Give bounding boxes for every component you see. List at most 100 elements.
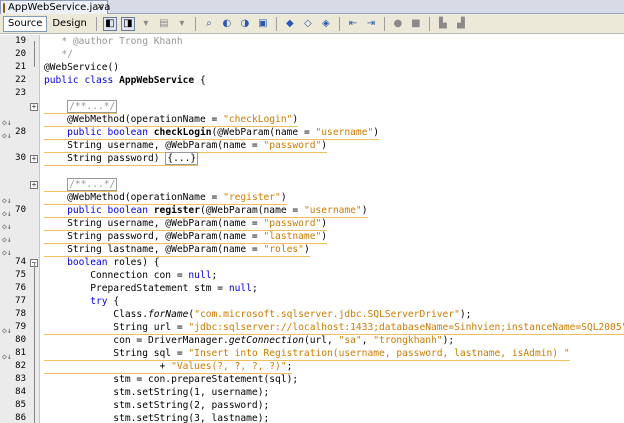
code-editor[interactable]: 19 * @author Trong Khanh 20 */21 @WebServi… — [0, 35, 624, 423]
code-line[interactable]: 85 stm.setString(2, password); — [0, 399, 624, 412]
code-text: stm.setString(3, lastname); — [44, 413, 270, 423]
code-line[interactable]: + /**...*/ — [0, 178, 624, 192]
line-number: 82 — [15, 361, 26, 371]
code-text: try { — [90, 296, 120, 307]
comment-icon[interactable]: ▙ — [436, 17, 450, 31]
code-line[interactable]: 70 ◇↓ public boolean register(@WebParam(n… — [0, 204, 624, 218]
code-line[interactable]: 80 con = DriverManager.getConnection(url… — [0, 334, 624, 347]
code-text: boolean roles) { — [67, 257, 160, 268]
shift-left-icon[interactable]: ⇤ — [346, 17, 360, 31]
toggle-highlight-icon[interactable]: ▣ — [256, 17, 270, 31]
code-line[interactable]: 22 public class AppWebService { — [0, 74, 624, 87]
code-text: Connection con = null; — [44, 270, 218, 281]
code-line[interactable]: 78 Class.forName("com.microsoft.sqlserve… — [0, 308, 624, 321]
code-text: con = DriverManager.getConnection(url, "… — [44, 335, 455, 346]
find-previous-icon[interactable]: ◐ — [220, 17, 234, 31]
code-text: String sql = "Insert into Registration(u… — [44, 348, 570, 361]
code-line[interactable]: ◇↓ String password, @WebParam(name = "la… — [0, 230, 624, 244]
line-number: 80 — [15, 335, 26, 345]
code-text: */ — [44, 49, 73, 60]
code-text: + "Values(?, ?, ?, ?)"; — [44, 361, 293, 374]
code-line[interactable]: + /**...*/ — [0, 100, 624, 114]
code-text: String username, @WebParam(name = "passw… — [44, 218, 328, 231]
code-line[interactable]: 30 + String password) {...} — [0, 152, 624, 166]
code-line[interactable]: 81 ◇↓ String sql = "Insert into Registrat… — [0, 347, 624, 361]
close-icon[interactable]: × — [96, 2, 104, 12]
code-line[interactable]: 74− boolean roles) { — [0, 256, 624, 269]
line-number: 84 — [15, 387, 26, 397]
code-text: stm.setString(1, username); — [44, 387, 270, 398]
stop-macro-icon[interactable]: ■ — [409, 17, 423, 31]
forward-icon[interactable]: ▤ — [157, 17, 171, 31]
code-text: @WebMethod(operationName = "register") — [44, 192, 287, 205]
line-number: 76 — [15, 283, 26, 293]
code-line[interactable]: 77 try { — [0, 295, 624, 308]
editor-tab-bar: AppWebService.java × — [0, 0, 624, 14]
source-button[interactable]: Source — [3, 15, 48, 32]
start-macro-icon[interactable]: ● — [391, 17, 405, 31]
fold-guide-line — [34, 262, 35, 423]
line-number: 75 — [15, 270, 26, 280]
line-number: 20 — [15, 49, 26, 59]
find-next-icon[interactable]: ◑ — [238, 17, 252, 31]
java-file-icon — [3, 2, 5, 13]
code-text: String username, @WebParam(name = "passw… — [44, 140, 328, 153]
code-line[interactable]: 84 stm.setString(1, username); — [0, 386, 624, 399]
line-number: 21 — [15, 62, 26, 72]
dropdown-arrow-icon[interactable]: ▾ — [139, 17, 153, 31]
code-line[interactable]: 20 */ — [0, 48, 624, 61]
toggle-bookmark-icon[interactable]: ◈ — [319, 17, 333, 31]
code-line[interactable]: 28 ◇↓ public boolean checkLogin(@WebParam… — [0, 126, 624, 140]
code-line[interactable]: 76 PreparedStatement stm = null; — [0, 282, 624, 295]
find-selection-icon[interactable]: ⌕ — [202, 17, 216, 31]
toolbar-separator — [338, 16, 340, 31]
line-number: 19 — [15, 36, 26, 46]
code-text: /**...*/ — [44, 100, 118, 114]
code-line[interactable]: 19 * @author Trong Khanh — [0, 35, 624, 48]
code-line[interactable]: String username, @WebParam(name = "passw… — [0, 139, 624, 153]
tab-title: AppWebService.java — [8, 2, 111, 13]
design-button[interactable]: Design — [47, 16, 92, 32]
line-number: 30 — [15, 153, 26, 163]
code-line[interactable]: 86 stm.setString(3, lastname); — [0, 412, 624, 423]
code-text: @WebMethod(operationName = "checkLogin") — [44, 114, 299, 127]
uncomment-icon[interactable]: ▟ — [454, 17, 468, 31]
previous-bookmark-icon[interactable]: ◆ — [283, 17, 297, 31]
code-line[interactable]: ◇↓ @WebMethod(operationName = "register"… — [0, 191, 624, 205]
expand-fold-icon[interactable]: + — [30, 181, 38, 189]
code-text: stm = con.prepareStatement(sql); — [44, 374, 299, 385]
editor-toolbar: Source Design ◧ ◨ ▾ ▤ ▾ ⌕ ◐ ◑ ▣ ◆ ◇ ◈ ⇤ … — [0, 14, 624, 34]
code-line[interactable]: 79 ◇↓ String url = "jdbc:sqlserver://loca… — [0, 321, 624, 335]
toolbar-separator — [275, 16, 277, 31]
code-line[interactable]: ◇↓ String username, @WebParam(name = "pa… — [0, 217, 624, 231]
code-text: Class.forName("com.microsoft.sqlserver.j… — [44, 309, 472, 320]
code-line[interactable]: 23 — [0, 87, 624, 100]
code-line[interactable]: ◇↓ @WebMethod(operationName = "checkLogi… — [0, 113, 624, 127]
shift-right-icon[interactable]: ⇥ — [364, 17, 378, 31]
code-text: String url = "jdbc:sqlserver://localhost… — [44, 321, 624, 335]
code-line[interactable]: 75 Connection con = null; — [0, 269, 624, 282]
toolbar-separator — [194, 16, 196, 31]
code-text: @WebService() — [44, 62, 120, 73]
code-line[interactable]: ◇↓ String lastname, @WebParam(name = "ro… — [0, 243, 624, 257]
code-text: /**...*/ — [44, 178, 118, 192]
expand-fold-icon[interactable]: + — [30, 103, 38, 111]
code-text: String lastname, @WebParam(name = "roles… — [44, 244, 310, 257]
dropdown-arrow-icon[interactable]: ▾ — [175, 17, 189, 31]
code-text: String password) {...} — [44, 152, 199, 166]
fold-guide-line — [34, 41, 35, 67]
code-text: public class AppWebService { — [44, 75, 206, 86]
next-bookmark-icon[interactable]: ◇ — [301, 17, 315, 31]
code-line[interactable]: 83 stm = con.prepareStatement(sql); — [0, 373, 624, 386]
code-line[interactable]: 21 @WebService() — [0, 61, 624, 74]
code-line[interactable] — [0, 165, 624, 178]
line-number: 74 — [15, 257, 26, 267]
line-number: 85 — [15, 400, 26, 410]
toolbar-separator — [428, 16, 430, 31]
back-icon[interactable]: ◨ — [120, 16, 135, 31]
last-edit-icon[interactable]: ◧ — [102, 16, 117, 31]
tab-appwebservice[interactable]: AppWebService.java × — [0, 0, 111, 14]
code-text: public boolean register(@WebParam(name =… — [44, 204, 368, 218]
code-line[interactable]: 82 + "Values(?, ?, ?, ?)"; — [0, 360, 624, 374]
expand-fold-icon[interactable]: + — [30, 155, 38, 163]
